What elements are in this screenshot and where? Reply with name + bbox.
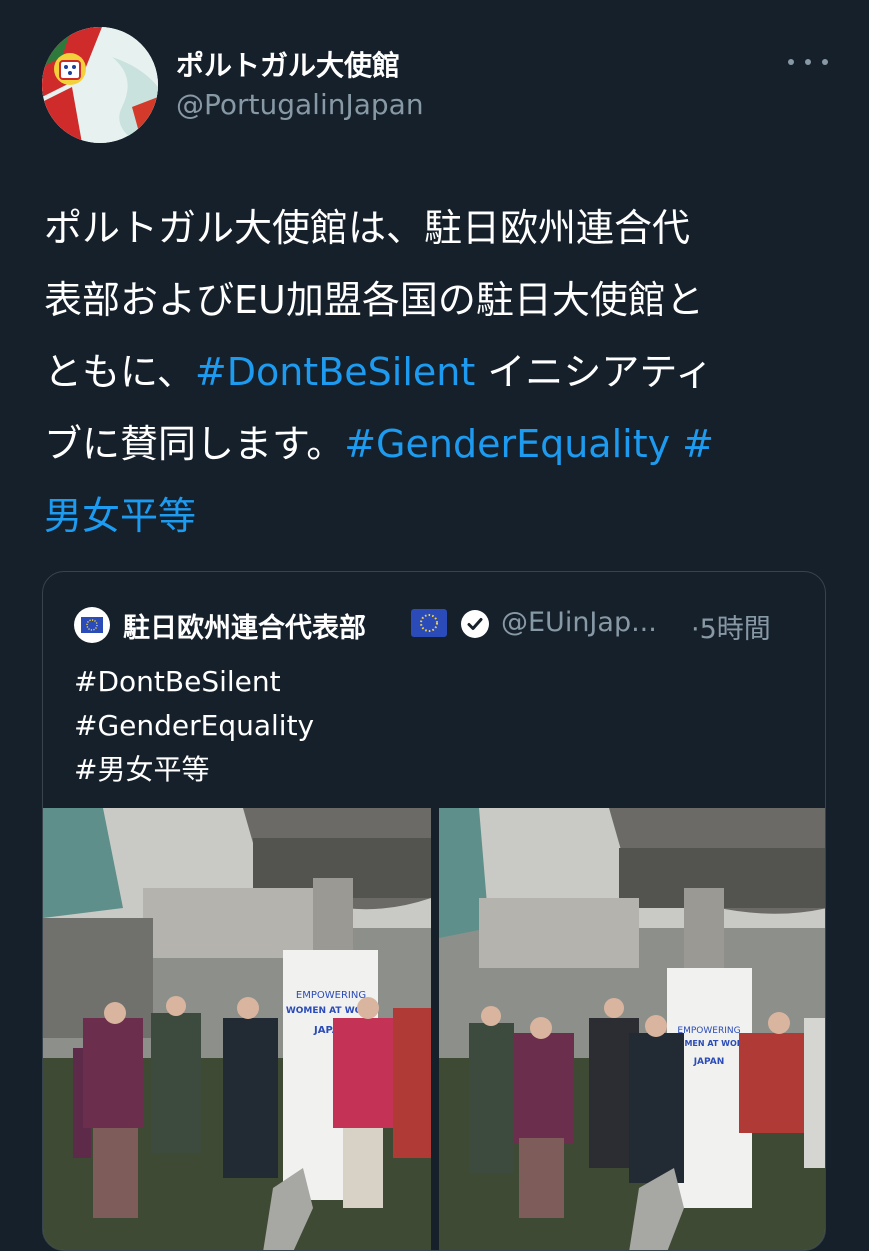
more-icon[interactable] xyxy=(788,52,828,72)
tweet-line: ポルトガル大使館は、駐日欧州連合代 xyxy=(44,192,834,264)
hashtag-link[interactable]: #GenderEquality xyxy=(344,422,670,466)
group-photo-image: EMPOWERING WOMEN AT WORK JAPAN xyxy=(43,808,431,1250)
quoted-timestamp[interactable]: ·5時間 xyxy=(691,607,771,646)
quoted-photo-1[interactable]: EMPOWERING WOMEN AT WORK JAPAN xyxy=(43,808,431,1250)
tweet-text-segment: ともに、 xyxy=(44,350,195,394)
banner-empowering: EMPOWERING xyxy=(677,1026,740,1036)
tweet-text-segment: ポルトガル大使館は、駐日欧州連合代 xyxy=(44,206,691,250)
hashtag-link[interactable]: 男女平等 xyxy=(44,494,196,538)
author-display-name[interactable]: ポルトガル大使館 xyxy=(176,44,400,84)
more-dot xyxy=(788,59,794,65)
more-dot xyxy=(822,59,828,65)
banner-japan: JAPAN xyxy=(693,1057,725,1067)
banner-empowering: EMPOWERING xyxy=(296,990,366,1001)
eu-flag-icon xyxy=(81,617,103,633)
hashtag-link[interactable]: #DontBeSilent xyxy=(195,350,475,394)
quoted-tweet-text: #DontBeSilent #GenderEquality #男女平等 xyxy=(74,660,314,792)
tweet-text: ポルトガル大使館は、駐日欧州連合代 表部およびEU加盟各国の駐日大使館と ともに… xyxy=(44,192,834,552)
quoted-hashtag[interactable]: #GenderEquality xyxy=(74,704,314,748)
quoted-hashtag[interactable]: #DontBeSilent xyxy=(74,660,314,704)
verified-badge-icon xyxy=(461,610,489,638)
quoted-photo-2[interactable]: EMPOWERING WOMEN AT WORK JAPAN xyxy=(439,808,825,1250)
quoted-hashtag[interactable]: #男女平等 xyxy=(74,748,314,792)
hashtag-link[interactable]: # xyxy=(670,422,714,466)
tweet-line: ともに、#DontBeSilent イニシアティ xyxy=(44,336,834,408)
author-avatar[interactable] xyxy=(42,27,158,143)
quoted-tweet-card[interactable]: 駐日欧州連合代表部 @EUinJap... ·5時間 #DontBeSilent… xyxy=(42,571,826,1251)
tweet-text-segment: 表部およびEU加盟各国の駐日大使館と xyxy=(44,278,704,322)
tweet-line: 表部およびEU加盟各国の駐日大使館と xyxy=(44,264,834,336)
quoted-author-avatar[interactable] xyxy=(74,607,110,643)
group-photo-image: EMPOWERING WOMEN AT WORK JAPAN xyxy=(439,808,825,1250)
more-dot xyxy=(805,59,811,65)
portugal-flag-avatar-icon xyxy=(42,27,158,143)
eu-flag-emoji-icon xyxy=(411,609,447,637)
quoted-author-handle[interactable]: @EUinJap... xyxy=(501,607,657,638)
tweet-text-segment: ブに賛同します。 xyxy=(44,422,345,466)
author-handle[interactable]: @PortugalinJapan xyxy=(176,88,424,121)
tweet-line: ブに賛同します。#GenderEquality # xyxy=(44,408,834,480)
quoted-author-name[interactable]: 駐日欧州連合代表部 xyxy=(123,606,366,645)
tweet-line: 男女平等 xyxy=(44,480,834,552)
tweet-text-segment: イニシアティ xyxy=(475,350,714,394)
